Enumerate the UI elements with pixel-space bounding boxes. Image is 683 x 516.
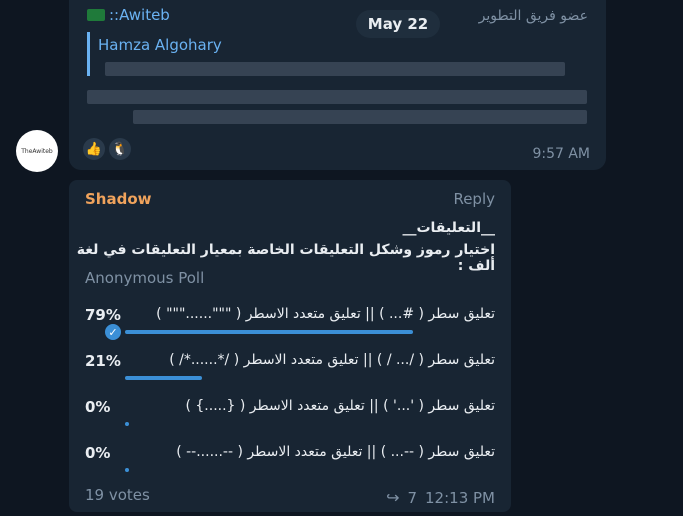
poll-type-label: Anonymous Poll	[85, 269, 205, 287]
message-time: 12:13 PM	[425, 488, 495, 507]
message-meta: ↪ 7 12:13 PM	[386, 488, 495, 507]
option-bar	[125, 330, 413, 334]
thumbs-up-reaction-icon[interactable]: 👍	[83, 138, 105, 160]
option-text: تعليق سطر ( --... ) || تعليق متعدد الاسط…	[176, 444, 495, 460]
option-bar	[125, 376, 202, 380]
option-percent: 0%	[85, 398, 111, 416]
saudi-flag-icon	[87, 9, 105, 21]
forward-icon[interactable]: ↪	[386, 488, 399, 507]
sender-name[interactable]: Shadow	[85, 190, 152, 208]
option-text: تعليق سطر ( '...' ) || تعليق متعدد الاسط…	[185, 398, 495, 414]
poll-message-bubble[interactable]: Shadow Reply __التعليقات__ اختيار رموز و…	[69, 180, 511, 512]
sender-role: عضو فريق التطوير	[478, 8, 588, 24]
blurred-text	[87, 90, 587, 104]
reply-button[interactable]: Reply	[453, 190, 495, 208]
forward-count: 7	[407, 488, 418, 507]
check-icon: ✓	[105, 324, 121, 340]
reply-sender: Hamza Algohary	[98, 36, 222, 54]
vote-count: 19 votes	[85, 486, 150, 504]
date-pill: May 22	[356, 10, 440, 38]
poll-title: __التعليقات__	[402, 220, 495, 236]
penguin-reaction-icon[interactable]: 🐧	[109, 138, 131, 160]
message-time: 9:57 AM	[532, 146, 590, 162]
blurred-text	[133, 110, 587, 124]
poll-option[interactable]: 21% تعليق سطر ( /... / ) || تعليق متعدد …	[85, 352, 495, 392]
option-percent: 21%	[85, 352, 121, 370]
poll-option[interactable]: 79% تعليق سطر ( #... ) || تعليق متعدد ال…	[85, 306, 495, 346]
option-text: تعليق سطر ( /... / ) || تعليق متعدد الاس…	[169, 352, 495, 368]
sender-name[interactable]: ::Awiteb	[87, 6, 170, 24]
poll-option[interactable]: 0% تعليق سطر ( --... ) || تعليق متعدد ال…	[85, 444, 495, 484]
avatar[interactable]: TheAwiteb	[16, 130, 58, 172]
option-bar	[125, 468, 129, 472]
option-bar	[125, 422, 129, 426]
poll-option[interactable]: 0% تعليق سطر ( '...' ) || تعليق متعدد ال…	[85, 398, 495, 438]
option-text: تعليق سطر ( #... ) || تعليق متعدد الاسطر…	[156, 306, 495, 322]
previous-message-bubble[interactable]: ::Awiteb عضو فريق التطوير Hamza Algohary…	[69, 0, 606, 170]
reactions: 👍 🐧	[83, 138, 131, 160]
option-percent: 79%	[85, 306, 121, 324]
option-percent: 0%	[85, 444, 111, 462]
blurred-text	[105, 62, 565, 76]
